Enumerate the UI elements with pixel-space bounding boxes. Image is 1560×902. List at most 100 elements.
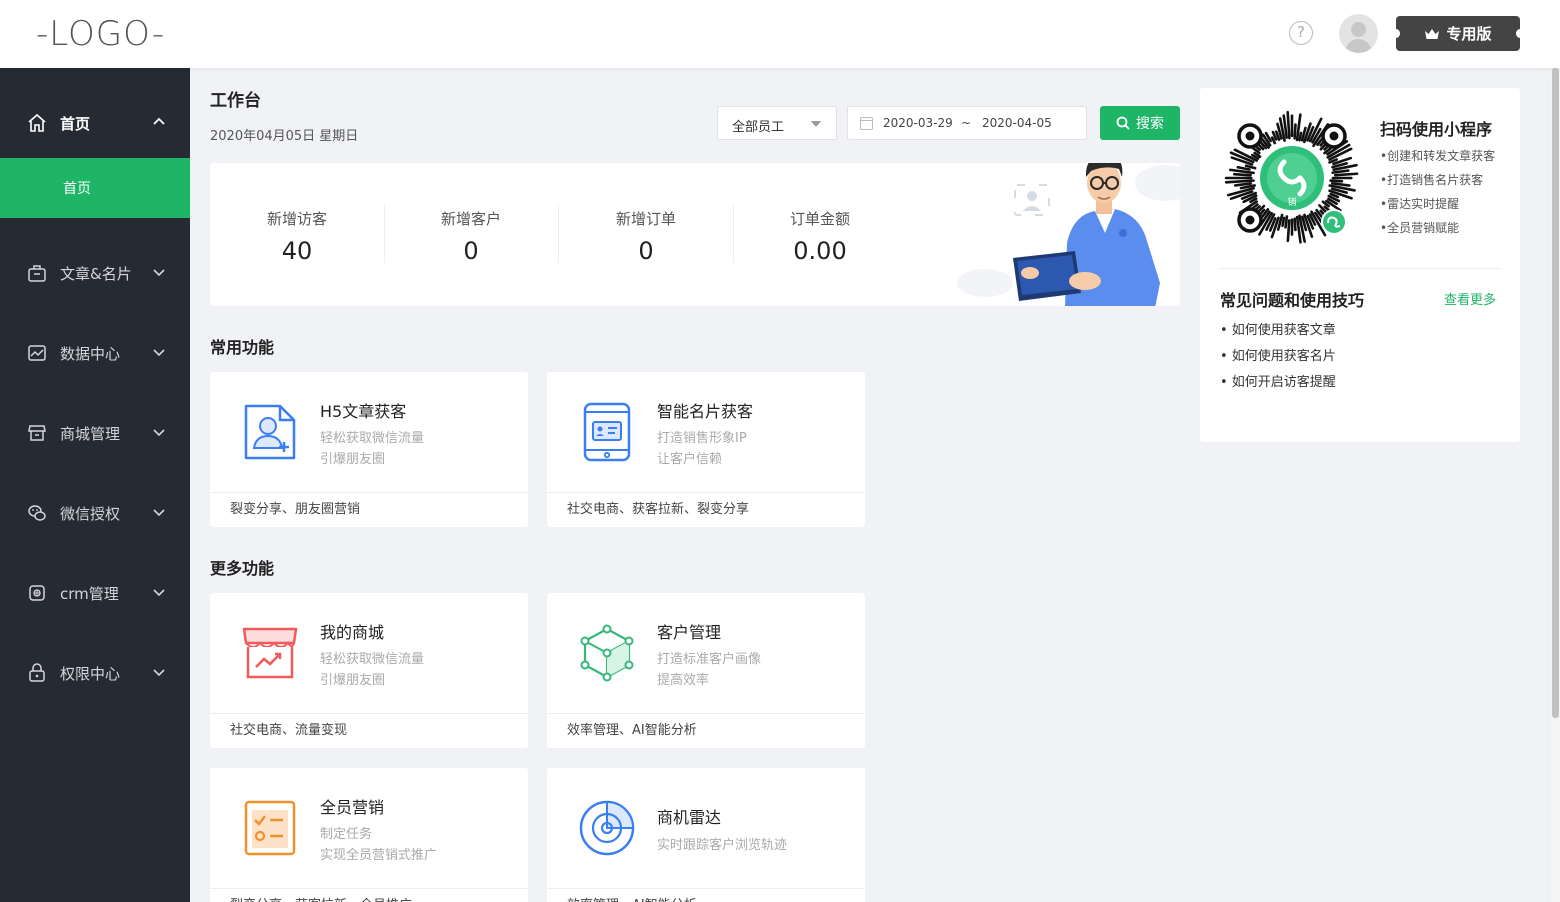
avatar-head: [1351, 22, 1366, 37]
businessman-illustration: [957, 163, 1180, 306]
crown-icon: [1425, 28, 1440, 39]
sidebar-item-crm[interactable]: crm管理: [0, 573, 190, 613]
sidebar-item-store[interactable]: 商城管理: [0, 413, 190, 453]
search-button[interactable]: 搜索: [1100, 106, 1180, 140]
feature-desc: 引爆朋友圈: [320, 452, 386, 467]
feature-title: 全员营销: [320, 798, 385, 817]
feature-card-all-staff-marketing[interactable]: 全员营销 制定任务 实现全员营销式推广 裂变分享、获客拉新、全员推广: [210, 768, 528, 902]
scrollbar[interactable]: [1551, 68, 1560, 902]
faq-item[interactable]: • 如何使用获客名片: [1220, 344, 1336, 370]
feature-title: 我的商城: [320, 623, 385, 642]
feature-title: 客户管理: [657, 623, 722, 642]
feature-title: 商机雷达: [657, 808, 722, 827]
stat-value: 0: [463, 237, 479, 265]
chevron-down-icon: [153, 589, 165, 597]
stat-value: 0: [638, 237, 654, 265]
sidebar-item-home[interactable]: 首页: [0, 103, 190, 143]
feature-tags: 效率管理、AI智能分析: [547, 888, 865, 902]
sidebar-item-label: 微信授权: [60, 504, 121, 523]
cube-network-icon: [580, 624, 634, 682]
feature-card-customer-mgmt[interactable]: 客户管理 打造标准客户画像 提高效率 效率管理、AI智能分析: [547, 593, 865, 748]
ticket-notch-left: [1392, 29, 1400, 38]
sidebar-item-wechat[interactable]: 微信授权: [0, 493, 190, 533]
staff-select[interactable]: 全部员工: [717, 106, 837, 140]
faq-item[interactable]: • 如何开启访客提醒: [1220, 370, 1336, 396]
date-end: 2020-04-05: [982, 116, 1052, 130]
feature-tags: 裂变分享、获客拉新、全员推广: [210, 888, 528, 902]
sidebar-item-label: 文章&名片: [60, 264, 132, 283]
feature-item: •雷达实时提醒: [1380, 197, 1460, 211]
feature-card-my-store[interactable]: 我的商城 轻松获取微信流量 引爆朋友圈 社交电商、流量变现: [210, 593, 528, 748]
page-title: 工作台: [210, 91, 261, 111]
stat-label: 新增订单: [615, 210, 676, 228]
pro-version-button[interactable]: 专用版: [1392, 16, 1524, 51]
sidebar-item-data-center[interactable]: 数据中心: [0, 333, 190, 373]
date-start: 2020-03-29: [883, 116, 953, 130]
sidebar-item-articles[interactable]: 文章&名片: [0, 253, 190, 293]
caret-down-icon: [811, 121, 821, 127]
feature-card-opportunity-radar[interactable]: 商机雷达 实时跟踪客户浏览轨迹 效率管理、AI智能分析: [547, 768, 865, 902]
sidebar-item-label: 商城管理: [60, 424, 121, 443]
sidebar-item-label: 首页: [60, 114, 91, 133]
sidebar-item-label: 权限中心: [60, 664, 121, 683]
feature-card-h5-article[interactable]: H5文章获客 轻松获取微信流量 引爆朋友圈 裂变分享、朋友圈营销: [210, 372, 528, 527]
lock-icon: [29, 663, 45, 682]
faq-item[interactable]: • 如何使用获客文章: [1220, 318, 1336, 344]
sidebar-subitem-home[interactable]: 首页: [0, 158, 190, 218]
feature-desc: 引爆朋友圈: [320, 673, 386, 688]
feature-tags: 效率管理、AI智能分析: [547, 713, 865, 748]
feature-item: •全员营销赋能: [1380, 221, 1460, 235]
staff-select-value: 全部员工: [732, 120, 785, 135]
feature-desc: 提高效率: [657, 673, 710, 688]
home-icon: [28, 113, 46, 132]
task-list-icon: [244, 800, 296, 856]
qr-code-icon[interactable]: 销: [1224, 110, 1360, 246]
stat-new-orders: 新增订单 0: [559, 163, 733, 306]
stat-label: 订单金额: [789, 210, 850, 228]
sidebar-item-label: 数据中心: [60, 344, 121, 363]
feature-card-smart-card[interactable]: 智能名片获客 打造销售形象IP 让客户信赖 社交电商、获客拉新、裂变分享: [547, 372, 865, 527]
mini-program-features: •创建和转发文章获客 •打造销售名片获客 •雷达实时提醒 •全员营销赋能: [1380, 144, 1495, 240]
chevron-down-icon: [153, 669, 165, 677]
qr-center-label: 销: [1287, 196, 1296, 208]
search-icon: [1116, 116, 1130, 130]
faq-title: 常见问题和使用技巧: [1220, 291, 1365, 310]
ticket-notch-right: [1516, 29, 1524, 38]
help-icon[interactable]: ?: [1289, 21, 1313, 45]
stat-new-visitors: 新增访客 40: [210, 163, 384, 306]
sidebar: 首页 首页 文章&名片 数据中心 商城管理 微信授权 crm管理 权限中心: [0, 68, 190, 902]
date-range-picker[interactable]: 2020-03-29 ~ 2020-04-05: [847, 106, 1087, 140]
calendar-icon: [860, 117, 873, 130]
stat-label: 新增客户: [440, 210, 501, 228]
radar-icon: [579, 800, 635, 856]
faq-more-link[interactable]: 查看更多: [1444, 289, 1496, 308]
section-title-more: 更多功能: [210, 559, 275, 578]
feature-desc: 轻松获取微信流量: [320, 431, 425, 446]
briefcase-icon: [28, 265, 46, 282]
chevron-down-icon: [153, 349, 165, 357]
section-title-common: 常用功能: [210, 338, 275, 357]
feature-desc: 制定任务: [320, 827, 373, 842]
stat-order-amount: 订单金额 0.00: [733, 163, 907, 306]
sidebar-item-permissions[interactable]: 权限中心: [0, 653, 190, 693]
stats-card: 新增访客 40 新增客户 0 新增订单 0 订单金额 0.00: [210, 163, 1180, 306]
chevron-up-icon: [153, 117, 165, 125]
feature-title: H5文章获客: [320, 402, 407, 421]
top-bar: -LOGO- ? 专用版: [0, 0, 1560, 68]
feature-tags: 裂变分享、朋友圈营销: [210, 492, 528, 527]
avatar[interactable]: [1339, 14, 1378, 53]
feature-item: •创建和转发文章获客: [1380, 149, 1496, 163]
scrollbar-thumb[interactable]: [1552, 68, 1559, 718]
search-button-label: 搜索: [1136, 116, 1164, 132]
article-user-icon: [244, 404, 296, 460]
stat-value: 0.00: [793, 237, 847, 265]
feature-item: •打造销售名片获客: [1380, 173, 1484, 187]
stat-new-customers: 新增客户 0: [384, 163, 558, 306]
date-separator: ~: [961, 116, 972, 130]
phone-card-icon: [583, 402, 631, 462]
wechat-icon: [28, 505, 46, 521]
store-icon: [28, 425, 46, 441]
chart-icon: [28, 345, 46, 361]
faq-list: • 如何使用获客文章 • 如何使用获客名片 • 如何开启访客提醒: [1220, 318, 1336, 396]
feature-tags: 社交电商、流量变现: [210, 713, 528, 748]
